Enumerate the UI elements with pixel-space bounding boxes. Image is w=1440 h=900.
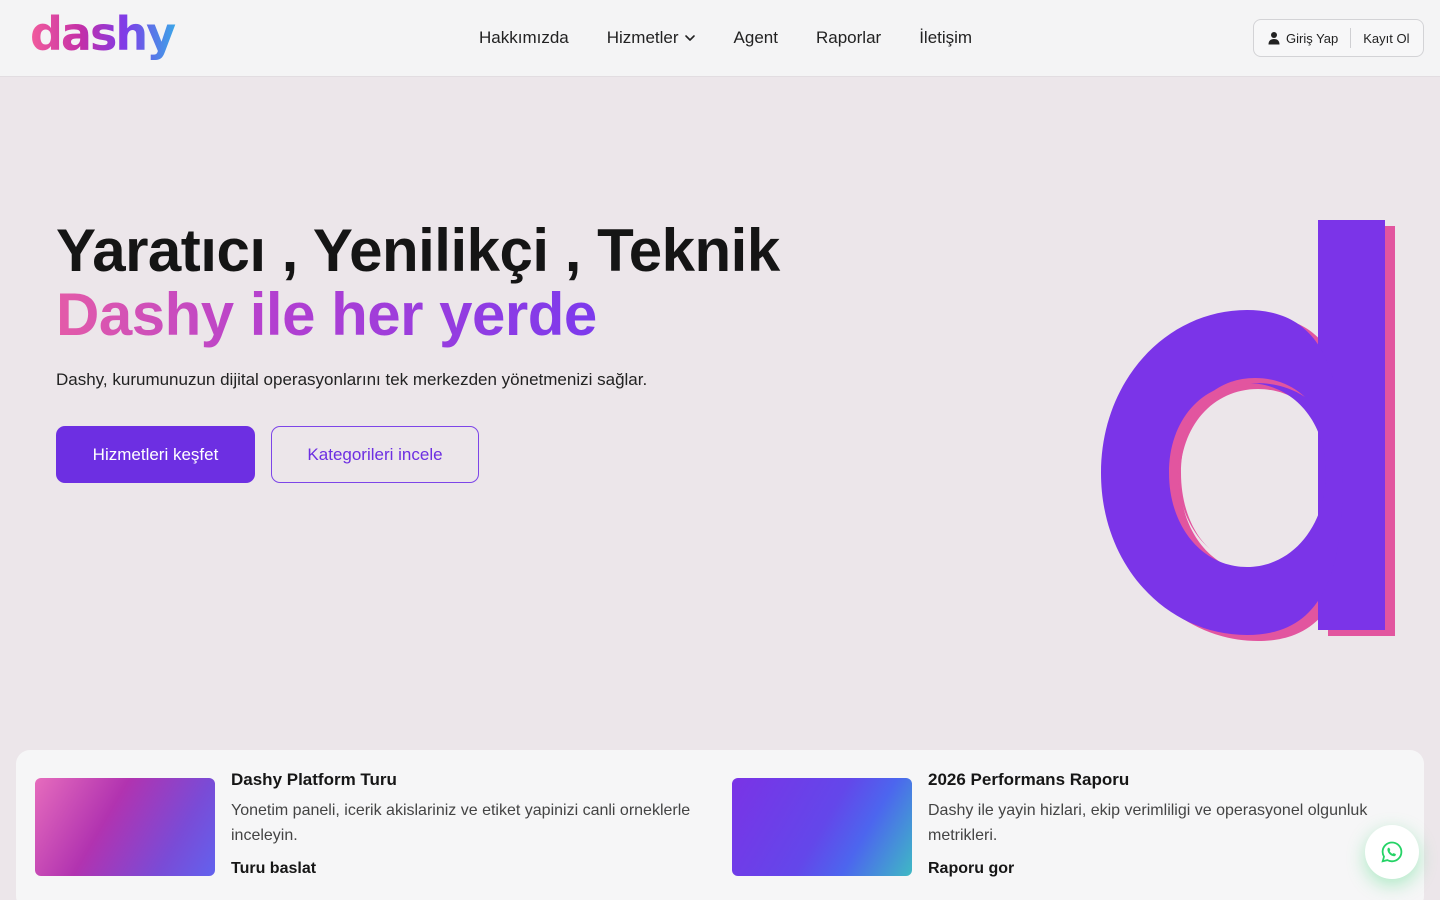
whatsapp-icon xyxy=(1381,841,1403,863)
explore-services-button[interactable]: Hizmetleri keşfet xyxy=(56,426,255,483)
chevron-down-icon xyxy=(684,35,695,41)
nav-item-hizmetler[interactable]: Hizmetler xyxy=(607,28,696,48)
view-report-link[interactable]: Raporu gor xyxy=(928,860,1014,878)
whatsapp-button[interactable] xyxy=(1365,825,1419,879)
hero-gradient-title: Dashy ile her yerde xyxy=(56,281,597,348)
nav-label: Hizmetler xyxy=(606,28,679,47)
nav-label: İletişim xyxy=(919,28,973,47)
auth-buttons: Giriş Yap Kayıt Ol xyxy=(1253,19,1424,57)
login-label: Giriş Yap xyxy=(1286,30,1339,46)
nav-item-hakkimizda[interactable]: Hakkımızda xyxy=(479,28,569,48)
card-title: 2026 Performans Raporu xyxy=(928,770,1130,789)
card-description: Yonetim paneli, icerik akislariniz ve et… xyxy=(231,802,691,844)
nav-label: Hakkımızda xyxy=(479,28,569,47)
hero-d-illustration xyxy=(1101,220,1395,641)
nav-item-raporlar[interactable]: Raporlar xyxy=(816,28,881,48)
main-nav: Hakkımızda Hizmetler Agent Raporlar İlet… xyxy=(479,28,972,48)
browse-categories-button[interactable]: Kategorileri incele xyxy=(271,426,479,483)
site-header: dashy Hakkımızda Hizmetler Agent Raporla… xyxy=(0,0,1440,77)
card-title: Dashy Platform Turu xyxy=(231,770,397,789)
register-button[interactable]: Kayıt Ol xyxy=(1351,31,1409,46)
login-button[interactable]: Giriş Yap xyxy=(1254,20,1350,56)
user-icon xyxy=(1268,32,1280,45)
hero-title: Yaratıcı , Yenilikçi , Teknik xyxy=(56,217,780,284)
nav-item-agent[interactable]: Agent xyxy=(734,28,778,48)
nav-label: Agent xyxy=(733,28,778,47)
feature-cards: Dashy Platform Turu Yonetim paneli, icer… xyxy=(16,750,1424,900)
svg-text:dashy: dashy xyxy=(30,12,176,61)
nav-item-iletisim[interactable]: İletişim xyxy=(919,28,972,48)
dashy-logo[interactable]: dashy xyxy=(30,12,180,64)
start-tour-link[interactable]: Turu baslat xyxy=(231,860,316,878)
hero-subtitle: Dashy, kurumunuzun dijital operasyonları… xyxy=(56,370,648,389)
card-thumbnail xyxy=(732,778,912,876)
nav-label: Raporlar xyxy=(815,28,882,47)
card-thumbnail xyxy=(35,778,215,876)
card-description: Dashy ile yayin hizlari, ekip verimlilig… xyxy=(928,802,1368,844)
